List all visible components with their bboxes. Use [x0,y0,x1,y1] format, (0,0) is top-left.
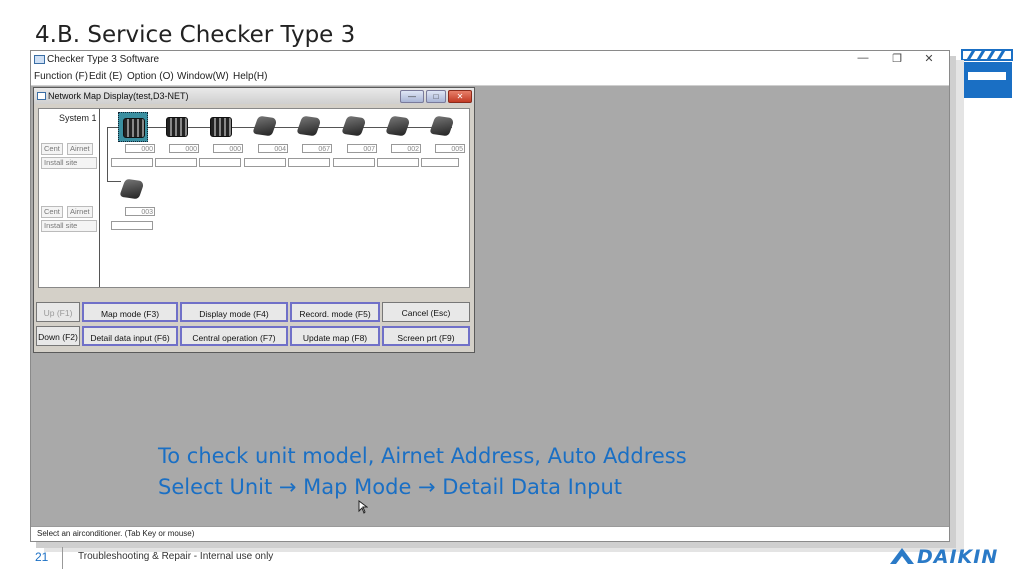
app-icon [34,55,45,64]
airnet-address-field[interactable]: 000 [213,144,243,153]
install-site-field[interactable] [244,158,286,167]
menu-bar: Function (F) Edit (E) Option (O) Window(… [31,69,949,86]
airnet-address-field[interactable]: 004 [258,144,288,153]
install-site-label: Install site [41,157,97,169]
child-maximize-button[interactable]: □ [426,90,446,103]
central-operation-button[interactable]: Central operation (F7) [180,326,288,346]
install-site-field[interactable] [111,158,153,167]
minimize-button[interactable]: — [849,52,877,64]
network-map: System 1 Cent Airnet Install site 000 00… [38,108,470,288]
footer-text: Troubleshooting & Repair - Internal use … [78,551,274,562]
airnet-address-field[interactable]: 067 [302,144,332,153]
install-site-field[interactable] [421,158,459,167]
airnet-address-field[interactable]: 000 [169,144,199,153]
child-close-button[interactable]: ✕ [448,90,472,103]
restore-button[interactable]: ❐ [883,52,911,65]
indoor-unit-icon [252,115,278,137]
airnet-address-field[interactable]: 002 [391,144,421,153]
up-button[interactable]: Up (F1) [36,302,80,322]
airnet-address-field[interactable]: 007 [347,144,377,153]
indoor-unit-icon [385,115,411,137]
indoor-unit-icon [119,178,145,200]
airnet-address-field[interactable]: 000 [125,144,155,153]
network-map-window: Network Map Display(test,D3-NET) — □ ✕ S… [33,87,475,353]
caption-line-1: To check unit model, Airnet Address, Aut… [158,444,687,468]
unit-2[interactable] [162,112,190,140]
network-map-titlebar: Network Map Display(test,D3-NET) — □ ✕ [34,88,474,104]
cent-label: Cent [41,206,63,218]
install-site-field[interactable] [288,158,330,167]
app-title: Checker Type 3 Software [47,54,160,65]
unit-8[interactable] [428,112,456,140]
unit-7[interactable] [384,112,412,140]
close-button[interactable]: ✕ [915,52,943,65]
app-window: Checker Type 3 Software — ❐ ✕ Function (… [30,50,950,542]
status-bar: Select an airconditioner. (Tab Key or mo… [31,526,949,541]
install-site-field[interactable] [155,158,197,167]
daikin-logo-mark-icon [890,548,914,564]
install-site-field[interactable] [199,158,241,167]
outdoor-unit-icon [166,117,188,137]
footer-divider [62,547,63,569]
install-site-field[interactable] [111,221,153,230]
record-mode-button[interactable]: Record. mode (F5) [290,302,380,322]
network-map-title: Network Map Display(test,D3-NET) [48,91,189,101]
map-divider [99,109,100,287]
branch-line [107,127,108,181]
daikin-logo: DAIKIN [917,546,999,568]
airnet-label: Airnet [67,206,93,218]
window-icon [37,92,46,100]
display-mode-button[interactable]: Display mode (F4) [180,302,288,322]
unit-5[interactable] [295,112,323,140]
menu-function[interactable]: Function (F) [34,71,88,82]
map-mode-button[interactable]: Map mode (F3) [82,302,178,322]
down-button[interactable]: Down (F2) [36,326,80,346]
system-label: System 1 [59,113,97,123]
install-site-label: Install site [41,220,97,232]
airnet-address-field[interactable]: 003 [125,207,155,216]
mouse-cursor-icon [358,500,368,514]
child-minimize-button[interactable]: — [400,90,424,103]
indoor-unit-icon [341,115,367,137]
indoor-unit-icon [429,115,455,137]
slide-title: 4.B. Service Checker Type 3 [35,22,356,48]
install-site-field[interactable] [377,158,419,167]
unit-6[interactable] [340,112,368,140]
airnet-label: Airnet [67,143,93,155]
airnet-address-field[interactable]: 005 [435,144,465,153]
unit-1[interactable] [118,112,148,142]
app-titlebar: Checker Type 3 Software — ❐ ✕ [31,51,949,69]
clapperboard-icon [961,49,1013,98]
cancel-button[interactable]: Cancel (Esc) [382,302,470,322]
unit-4[interactable] [251,112,279,140]
outdoor-unit-icon [210,117,232,137]
unit-3[interactable] [206,112,234,140]
screen-print-button[interactable]: Screen prt (F9) [382,326,470,346]
outdoor-unit-icon [123,118,145,138]
menu-window[interactable]: Window(W) [177,71,229,82]
menu-edit[interactable]: Edit (E) [89,71,122,82]
caption-line-2: Select Unit → Map Mode → Detail Data Inp… [158,475,623,499]
install-site-field[interactable] [333,158,375,167]
cent-label: Cent [41,143,63,155]
update-map-button[interactable]: Update map (F8) [290,326,380,346]
menu-option[interactable]: Option (O) [127,71,174,82]
page-number: 21 [35,550,49,564]
indoor-unit-icon [296,115,322,137]
menu-help[interactable]: Help(H) [233,71,267,82]
detail-data-input-button[interactable]: Detail data input (F6) [82,326,178,346]
unit-9[interactable] [118,175,146,203]
status-text: Select an airconditioner. (Tab Key or mo… [37,529,195,538]
